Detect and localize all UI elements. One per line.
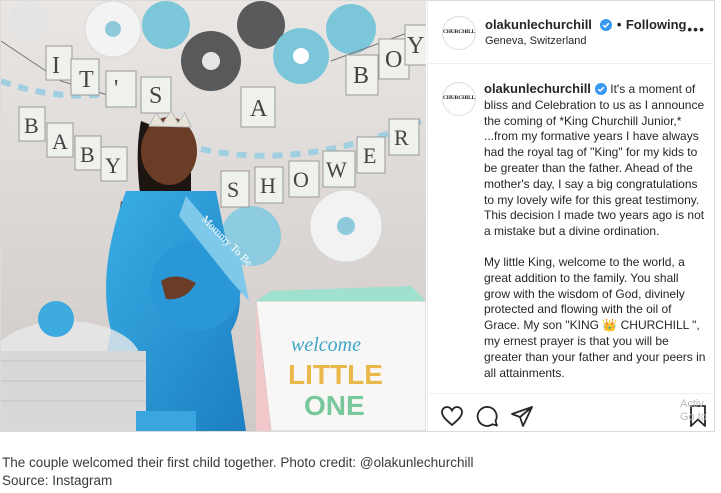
post-caption: olakunlechurchill It's a moment of bliss… bbox=[484, 81, 706, 396]
figure-caption-line: The couple welcomed their first child to… bbox=[2, 455, 474, 470]
svg-text:E: E bbox=[363, 143, 376, 168]
figure-source-line: Source: Instagram bbox=[2, 473, 113, 488]
post-header: CHURCHILL olakunlechurchill • Following … bbox=[428, 1, 715, 64]
instagram-post: I T ' S A B O Y B A B Y S H O W E R Momm… bbox=[0, 0, 715, 432]
svg-text:W: W bbox=[326, 157, 347, 182]
svg-text:B: B bbox=[24, 113, 39, 138]
caption-text-1: It's a moment of bliss and Celebration t… bbox=[484, 82, 705, 239]
crown-icon: 👑 bbox=[602, 318, 618, 333]
svg-text:H: H bbox=[260, 173, 276, 198]
svg-text:LITTLE: LITTLE bbox=[288, 359, 383, 390]
activate-watermark: Activ Go to bbox=[680, 398, 707, 423]
svg-text:T: T bbox=[79, 67, 94, 93]
svg-text:A: A bbox=[52, 129, 68, 154]
svg-text:R: R bbox=[394, 125, 409, 150]
svg-text:O: O bbox=[385, 47, 402, 73]
heart-icon[interactable] bbox=[440, 404, 464, 428]
verified-icon bbox=[594, 83, 607, 95]
svg-text:S: S bbox=[149, 83, 162, 109]
svg-text:Y: Y bbox=[407, 33, 424, 59]
avatar-logo-text: CHURCHILL bbox=[442, 29, 476, 36]
caption-paragraph-1: olakunlechurchill It's a moment of bliss… bbox=[484, 81, 706, 240]
svg-text:I: I bbox=[52, 53, 60, 79]
verified-icon bbox=[600, 19, 613, 31]
svg-text:O: O bbox=[293, 167, 309, 192]
post-side-panel: CHURCHILL olakunlechurchill • Following … bbox=[427, 1, 715, 431]
more-options-icon[interactable]: ••• bbox=[687, 21, 705, 37]
location-link[interactable]: Geneva, Switzerland bbox=[485, 35, 587, 47]
welcome-little-one-bag: welcome LITTLE ONE bbox=[255, 286, 426, 431]
svg-text:B: B bbox=[353, 63, 369, 89]
following-button[interactable]: Following bbox=[626, 17, 687, 32]
share-icon[interactable] bbox=[510, 404, 534, 428]
caption-paragraph-2: My little King, welcome to the world, a … bbox=[484, 255, 706, 381]
comment-icon[interactable] bbox=[475, 404, 499, 428]
caption-avatar[interactable]: CHURCHILL bbox=[442, 82, 476, 116]
svg-text:welcome: welcome bbox=[291, 334, 361, 356]
svg-text:B: B bbox=[80, 142, 95, 167]
header-username[interactable]: olakunlechurchill bbox=[485, 17, 592, 32]
avatar[interactable]: CHURCHILL bbox=[442, 16, 476, 50]
header-user-row: olakunlechurchill • Following bbox=[485, 16, 687, 34]
svg-text:ONE: ONE bbox=[304, 390, 365, 421]
svg-text:A: A bbox=[250, 96, 268, 122]
follow-dot: • bbox=[616, 17, 622, 32]
caption-username[interactable]: olakunlechurchill bbox=[484, 81, 591, 96]
svg-text:Y: Y bbox=[105, 153, 121, 178]
figure-caption: The couple welcomed their first child to… bbox=[2, 454, 473, 490]
baby-shower-photo: I T ' S A B O Y B A B Y S H O W E R Momm… bbox=[1, 1, 426, 431]
action-bar: Activ Go to bbox=[428, 393, 715, 432]
post-photo[interactable]: I T ' S A B O Y B A B Y S H O W E R Momm… bbox=[1, 1, 426, 431]
svg-text:S: S bbox=[227, 177, 239, 202]
svg-text:': ' bbox=[114, 76, 118, 102]
caption-avatar-logo-text: CHURCHILL bbox=[442, 95, 476, 102]
